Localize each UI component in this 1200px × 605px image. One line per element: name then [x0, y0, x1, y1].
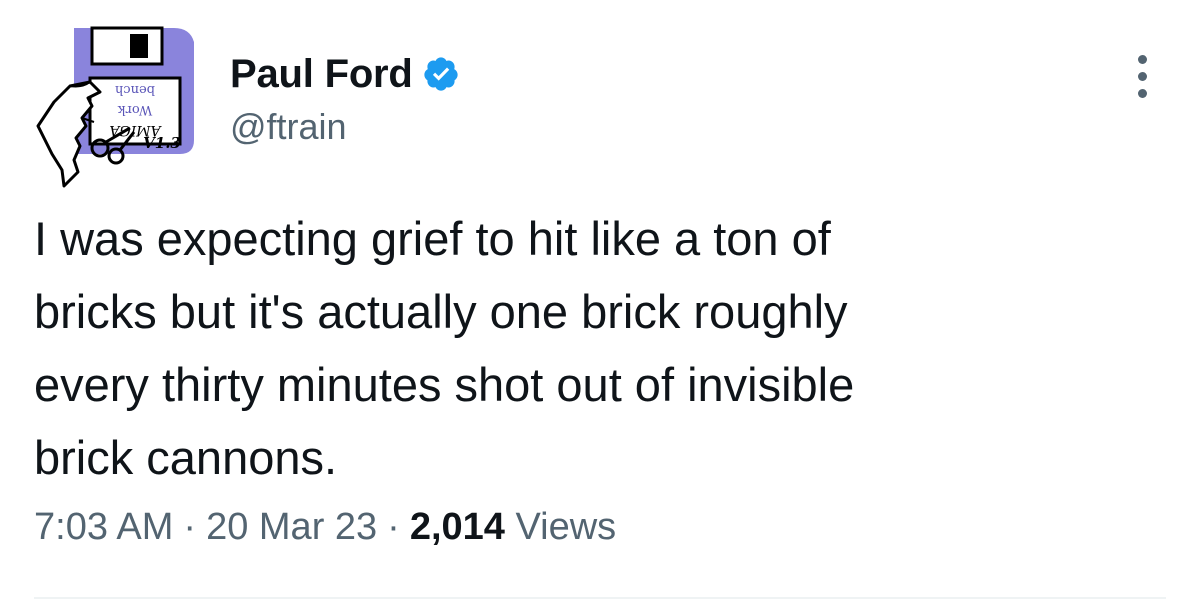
author-name-row[interactable]: Paul Ford — [230, 50, 460, 98]
author-block: Paul Ford @ftrain — [230, 50, 460, 148]
meta-separator: · — [387, 506, 400, 548]
more-options-button[interactable] — [1118, 48, 1166, 104]
tweet-date[interactable]: 20 Mar 23 — [206, 506, 377, 548]
tweet: AMIGA Work bench V1.3 Paul Ford @ftrain … — [0, 0, 1200, 605]
display-name[interactable]: Paul Ford — [230, 52, 413, 97]
tweet-meta: 7:03 AM · 20 Mar 23 · 2,014 Views — [34, 506, 616, 549]
avatar-text-bench: bench — [114, 82, 155, 97]
more-dot-icon — [1137, 54, 1147, 64]
tweet-time[interactable]: 7:03 AM — [34, 506, 173, 548]
avatar-text-work: Work — [118, 102, 153, 117]
verified-badge-icon[interactable] — [422, 55, 460, 93]
author-handle[interactable]: @ftrain — [230, 106, 460, 148]
meta-separator: · — [183, 506, 197, 548]
more-dot-icon — [1137, 88, 1147, 98]
views-count[interactable]: 2,014 — [410, 506, 505, 548]
avatar[interactable]: AMIGA Work bench V1.3 — [34, 22, 210, 190]
avatar-text-version: V1.3 — [143, 134, 181, 152]
amiga-workbench-disk-icon: AMIGA Work bench V1.3 — [36, 26, 194, 188]
divider — [34, 597, 1166, 599]
tweet-text: I was expecting grief to hit like a ton … — [34, 212, 855, 484]
more-dot-icon — [1137, 71, 1147, 81]
views-label[interactable]: Views — [515, 506, 616, 548]
